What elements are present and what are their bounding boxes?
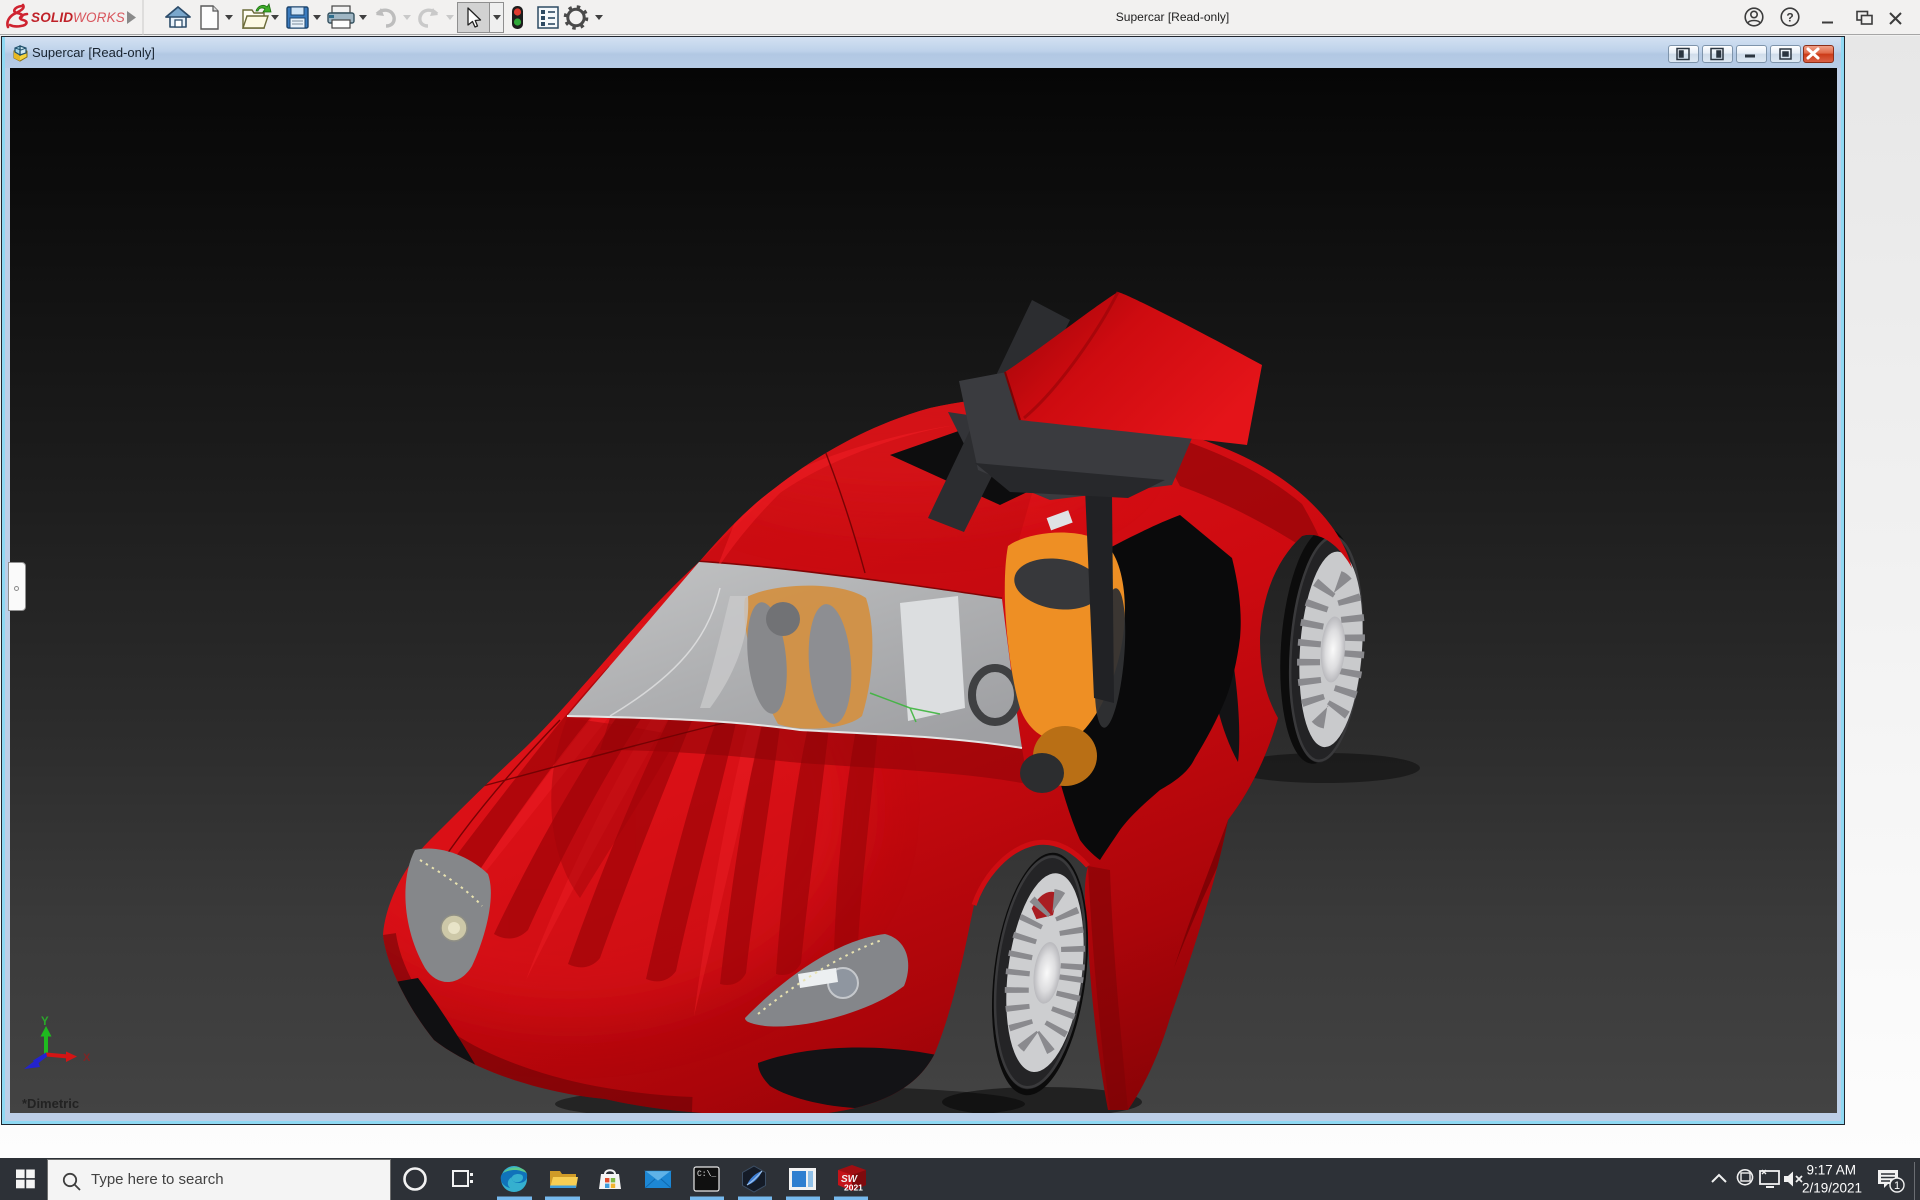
svg-text:?: ? [1786, 11, 1793, 25]
svg-text:1: 1 [1894, 1180, 1900, 1192]
svg-text:SOLID: SOLID [31, 10, 73, 25]
svg-text:C:\_: C:\_ [697, 1170, 716, 1179]
svg-text:WORKS: WORKS [73, 10, 125, 25]
svg-text:2/19/2021: 2/19/2021 [1802, 1181, 1862, 1196]
svg-text:*Dimetric: *Dimetric [22, 1096, 79, 1111]
svg-text:X: X [83, 1052, 91, 1064]
svg-text:9:17 AM: 9:17 AM [1806, 1163, 1856, 1178]
svg-text:Y: Y [41, 1016, 49, 1028]
svg-text:2021: 2021 [844, 1183, 863, 1193]
